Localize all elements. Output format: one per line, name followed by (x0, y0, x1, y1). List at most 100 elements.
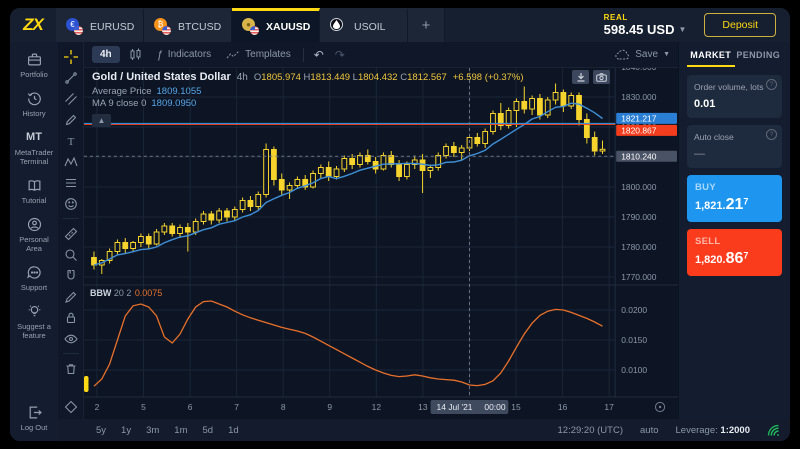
buy-button[interactable]: BUY 1,821.217 (687, 175, 782, 222)
buy-price: 1,821.217 (695, 196, 774, 214)
svg-text:1830.000: 1830.000 (621, 92, 657, 102)
sidebar-item-label: MetaTrader Terminal (11, 148, 57, 166)
sidebar-item-portfolio[interactable]: Portfolio (11, 52, 57, 79)
tab-market[interactable]: MARKET (687, 50, 735, 67)
function-icon: ƒ (157, 49, 163, 61)
lock-icon (64, 311, 78, 325)
sidebar-item-suggest-feature[interactable]: Suggest a feature (11, 304, 57, 340)
sidebar-item-logout[interactable]: Log Out (11, 405, 57, 432)
save-layout-button[interactable]: Save ▼ (615, 49, 670, 60)
range-buttons: 5y 1y 3m 1m 5d 1d (96, 425, 239, 436)
svg-text:1820.867: 1820.867 (621, 125, 657, 135)
sidebar-item-personal-area[interactable]: Personal Area (11, 217, 57, 253)
sidebar-item-tutorial[interactable]: Tutorial (11, 178, 57, 205)
screenshot-button[interactable] (593, 70, 610, 84)
brush-tool-button[interactable] (62, 111, 80, 128)
chevron-down-icon: ▼ (678, 25, 686, 34)
account-balance: REAL 598.45 USD ▼ (604, 8, 687, 42)
auto-close-field[interactable]: Auto close — ? (687, 125, 782, 168)
range-5y[interactable]: 5y (96, 425, 106, 436)
svg-text:T: T (67, 136, 74, 148)
sell-button[interactable]: SELL 1,820.867 (687, 229, 782, 276)
hide-drawings-button[interactable] (62, 330, 80, 347)
balance-selector[interactable]: 598.45 USD ▼ (604, 22, 687, 37)
chevron-down-icon: ▼ (663, 51, 670, 58)
brand-logo[interactable]: ZX (10, 8, 56, 42)
app-window: ZX € EURUSD ₿ BTCUSD ● XAUUSD USOIL + (10, 8, 790, 441)
range-1d[interactable]: 1d (228, 425, 239, 436)
range-3m[interactable]: 3m (146, 425, 159, 436)
svg-text:6: 6 (188, 402, 193, 412)
object-tree-button[interactable] (62, 398, 80, 415)
fib-tool-button[interactable] (62, 174, 80, 191)
gold-coin-us-flag-icon: ● (242, 18, 259, 35)
remove-drawings-button[interactable] (62, 360, 80, 377)
channel-tool-button[interactable] (62, 90, 80, 107)
tab-eurusd[interactable]: € EURUSD (56, 8, 144, 42)
deposit-button[interactable]: Deposit (704, 13, 776, 37)
sidebar-item-metatrader[interactable]: MT MetaTrader Terminal (11, 130, 57, 166)
text-tool-icon: T (64, 134, 78, 148)
range-1m[interactable]: 1m (174, 425, 187, 436)
lock-drawings-button[interactable] (62, 309, 80, 326)
main-chart-canvas[interactable]: BBW20 20.00751840.0001830.0001820.000181… (84, 68, 678, 419)
xabcd-pattern-icon (64, 155, 78, 169)
pattern-tool-button[interactable] (62, 153, 80, 170)
drawing-toolbar: T (58, 42, 84, 419)
collapse-legend-button[interactable]: ▲ (92, 114, 111, 127)
tab-usoil[interactable]: USOIL (320, 8, 408, 42)
sell-price: 1,820.867 (695, 250, 774, 268)
book-icon (27, 178, 42, 193)
undo-icon: ↶ (314, 48, 324, 62)
svg-text:15: 15 (511, 402, 521, 412)
svg-text:00:00: 00:00 (484, 402, 505, 412)
draw-mode-button[interactable] (62, 288, 80, 305)
lightbulb-icon (27, 304, 42, 319)
text-tool-button[interactable]: T (62, 132, 80, 149)
zoom-tool-button[interactable] (62, 246, 80, 263)
svg-text:1821.217: 1821.217 (621, 113, 657, 123)
chart-type-button[interactable] (123, 45, 148, 64)
undo-button[interactable]: ↶ (310, 48, 328, 62)
emoji-icon (64, 197, 78, 211)
timezone-mode[interactable]: auto (640, 425, 659, 436)
templates-button[interactable]: Templates (220, 46, 297, 64)
order-volume-value[interactable]: 0.01 (694, 98, 775, 110)
range-5d[interactable]: 5d (203, 425, 214, 436)
history-clock-icon (27, 91, 42, 106)
help-icon[interactable]: ? (766, 129, 777, 140)
timeframe-button[interactable]: 4h (92, 46, 120, 63)
magnet-tool-button[interactable] (62, 267, 80, 284)
add-instrument-button[interactable]: + (408, 8, 445, 42)
tab-btcusd[interactable]: ₿ BTCUSD (144, 8, 232, 42)
sidebar-item-history[interactable]: History (11, 91, 57, 118)
sidebar-item-label: Tutorial (22, 196, 47, 205)
svg-text:2: 2 (95, 402, 100, 412)
svg-text:1810.240: 1810.240 (621, 151, 657, 161)
top-bar: ZX € EURUSD ₿ BTCUSD ● XAUUSD USOIL + (10, 8, 790, 42)
channel-icon (64, 92, 78, 106)
tab-pending[interactable]: PENDING (735, 50, 783, 67)
range-1y[interactable]: 1y (121, 425, 131, 436)
auto-close-value[interactable]: — (694, 148, 775, 160)
emoji-tool-button[interactable] (62, 195, 80, 212)
scroll-to-end-button[interactable] (572, 70, 589, 84)
indicators-button[interactable]: ƒIndicators (151, 46, 217, 64)
template-chart-icon (226, 49, 240, 61)
sell-label: SELL (695, 236, 774, 247)
sidebar-item-label: Log Out (21, 423, 48, 432)
clock[interactable]: 12:29:20 (UTC) (558, 425, 623, 436)
sidebar-item-label: Personal Area (11, 235, 57, 253)
trend-line-tool-button[interactable] (62, 69, 80, 86)
eye-icon (64, 332, 78, 346)
tab-xauusd[interactable]: ● XAUUSD (232, 8, 320, 42)
svg-text:16: 16 (558, 402, 568, 412)
svg-text:12: 12 (372, 402, 382, 412)
help-icon[interactable]: ? (766, 79, 777, 90)
order-volume-field[interactable]: Order volume, lots 0.01 ? (687, 75, 782, 118)
ruler-tool-button[interactable] (62, 225, 80, 242)
sidebar-item-support[interactable]: Support (11, 265, 57, 292)
account-type-badge: REAL (604, 13, 628, 22)
redo-button[interactable]: ↷ (331, 48, 349, 62)
crosshair-tool-button[interactable] (62, 48, 80, 65)
